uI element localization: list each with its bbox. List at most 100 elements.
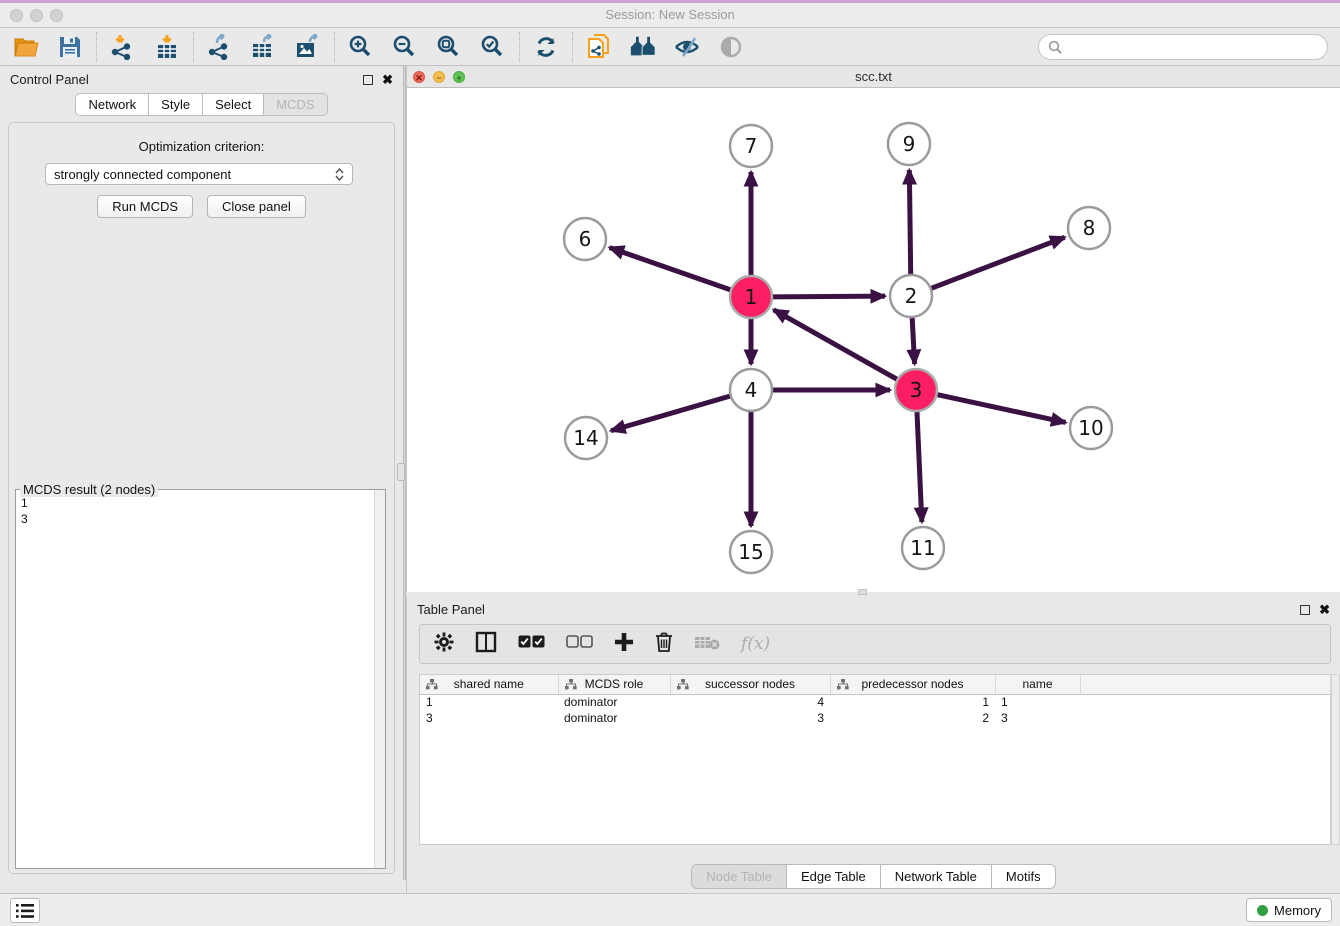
- table-row[interactable]: 3dominator323: [420, 710, 1331, 726]
- zoom-out-icon[interactable]: [391, 33, 419, 61]
- close-table-panel-icon[interactable]: ✖: [1319, 605, 1330, 615]
- save-session-icon[interactable]: [56, 33, 84, 61]
- close-window-light[interactable]: [10, 9, 23, 22]
- node-label-11: 11: [910, 536, 935, 560]
- close-panel-button[interactable]: Close panel: [207, 195, 306, 218]
- search-icon: [1048, 40, 1062, 54]
- maximize-view-icon[interactable]: +: [453, 71, 465, 83]
- edge-2-8[interactable]: [932, 237, 1065, 288]
- zoom-window-light[interactable]: [50, 9, 63, 22]
- selected-option: strongly connected component: [54, 167, 231, 182]
- zoom-selected-icon[interactable]: [479, 33, 507, 61]
- column-header-predecessor-nodes[interactable]: predecessor nodes: [830, 675, 995, 694]
- table-header-row[interactable]: shared nameMCDS rolesuccessor nodesprede…: [420, 675, 1331, 694]
- node-label-1: 1: [745, 285, 758, 309]
- select-stepper-icon: [335, 168, 344, 181]
- edge-1-2[interactable]: [773, 296, 885, 297]
- column-header-shared-name[interactable]: shared name: [420, 675, 558, 694]
- float-table-panel-icon[interactable]: [1300, 605, 1310, 615]
- tab-network-table[interactable]: Network Table: [881, 864, 992, 889]
- edge-3-1[interactable]: [774, 310, 897, 379]
- table-panel-title: Table Panel: [417, 602, 485, 617]
- tab-edge-table[interactable]: Edge Table: [787, 864, 881, 889]
- tab-network[interactable]: Network: [75, 93, 149, 116]
- close-view-icon[interactable]: ✕: [413, 71, 425, 83]
- edge-3-11[interactable]: [917, 412, 922, 522]
- export-image-icon[interactable]: [294, 33, 322, 61]
- column-browser-icon[interactable]: [475, 631, 497, 658]
- search-field[interactable]: [1038, 34, 1328, 60]
- column-header-name[interactable]: name: [995, 675, 1080, 694]
- horizontal-splitter-handle[interactable]: [858, 589, 867, 595]
- edge-4-14[interactable]: [611, 396, 730, 431]
- table-scrollbar[interactable]: [1331, 674, 1340, 845]
- float-panel-icon[interactable]: [363, 75, 373, 85]
- table-body[interactable]: 1dominator4113dominator323: [420, 694, 1331, 726]
- search-input[interactable]: [1068, 39, 1318, 54]
- optimization-criterion-select[interactable]: strongly connected component: [45, 163, 353, 185]
- tab-style[interactable]: Style: [149, 93, 203, 116]
- optimization-criterion-label: Optimization criterion:: [9, 139, 394, 154]
- export-network-icon[interactable]: [206, 33, 234, 61]
- result-item[interactable]: 3: [21, 511, 369, 527]
- first-neighbors-icon[interactable]: [629, 33, 657, 61]
- tab-select[interactable]: Select: [203, 93, 264, 116]
- memory-status-icon: [1257, 905, 1268, 916]
- zoom-in-icon[interactable]: [347, 33, 375, 61]
- cell[interactable]: dominator: [558, 694, 670, 710]
- delete-column-icon[interactable]: [655, 631, 673, 657]
- unselect-all-checks-icon[interactable]: [566, 635, 593, 653]
- cell[interactable]: 1: [995, 694, 1080, 710]
- edge-1-6[interactable]: [610, 248, 731, 290]
- edge-2-3[interactable]: [912, 318, 914, 364]
- close-panel-icon[interactable]: ✖: [382, 75, 393, 85]
- mcds-result-list[interactable]: 13: [16, 492, 374, 868]
- node-label-9: 9: [903, 132, 916, 156]
- column-header-MCDS-role[interactable]: MCDS role: [558, 675, 670, 694]
- cell[interactable]: 4: [670, 694, 830, 710]
- status-bar: Memory: [0, 893, 1340, 926]
- node-table[interactable]: shared nameMCDS rolesuccessor nodesprede…: [419, 674, 1331, 845]
- cell[interactable]: 1: [830, 694, 995, 710]
- minimize-window-light[interactable]: [30, 9, 43, 22]
- table-row[interactable]: 1dominator411: [420, 694, 1331, 710]
- task-history-button[interactable]: [10, 898, 40, 923]
- cell[interactable]: 3: [995, 710, 1080, 726]
- cell[interactable]: dominator: [558, 710, 670, 726]
- node-label-10: 10: [1078, 416, 1103, 440]
- result-scrollbar[interactable]: [374, 490, 385, 868]
- select-all-checks-icon[interactable]: [518, 635, 545, 653]
- settings-gear-icon[interactable]: [434, 632, 454, 657]
- cell[interactable]: 3: [420, 710, 558, 726]
- column-header-successor-nodes[interactable]: successor nodes: [670, 675, 830, 694]
- edge-3-10[interactable]: [937, 395, 1065, 423]
- memory-button[interactable]: Memory: [1246, 898, 1332, 922]
- minimize-view-icon[interactable]: −: [433, 71, 445, 83]
- import-network-icon[interactable]: [109, 33, 137, 61]
- tab-mcds[interactable]: MCDS: [264, 93, 327, 116]
- vertical-splitter-handle[interactable]: [397, 463, 405, 481]
- node-label-7: 7: [745, 134, 758, 158]
- node-label-14: 14: [573, 426, 598, 450]
- cell[interactable]: 1: [420, 694, 558, 710]
- tab-motifs[interactable]: Motifs: [992, 864, 1056, 889]
- run-mcds-button[interactable]: Run MCDS: [97, 195, 193, 218]
- network-graph[interactable]: 1234678910111415: [407, 88, 1340, 591]
- mcds-panel: Optimization criterion: strongly connect…: [8, 122, 395, 874]
- clone-network-icon[interactable]: [585, 33, 613, 61]
- zoom-fit-icon[interactable]: [435, 33, 463, 61]
- hide-selected-icon[interactable]: [673, 33, 701, 61]
- cell[interactable]: 3: [670, 710, 830, 726]
- import-table-icon[interactable]: [153, 33, 181, 61]
- edge-2-9[interactable]: [909, 170, 910, 274]
- result-item[interactable]: 1: [21, 495, 369, 511]
- show-all-icon[interactable]: [717, 33, 745, 61]
- tab-node-table[interactable]: Node Table: [691, 864, 787, 889]
- open-file-icon[interactable]: [12, 33, 40, 61]
- cell[interactable]: 2: [830, 710, 995, 726]
- table-panel-header: Table Panel ✖: [407, 596, 1340, 623]
- add-column-icon[interactable]: [614, 632, 634, 657]
- export-table-icon[interactable]: [250, 33, 278, 61]
- network-window-titlebar: ✕ − + scc.txt: [407, 66, 1340, 88]
- apply-layout-icon[interactable]: [532, 33, 560, 61]
